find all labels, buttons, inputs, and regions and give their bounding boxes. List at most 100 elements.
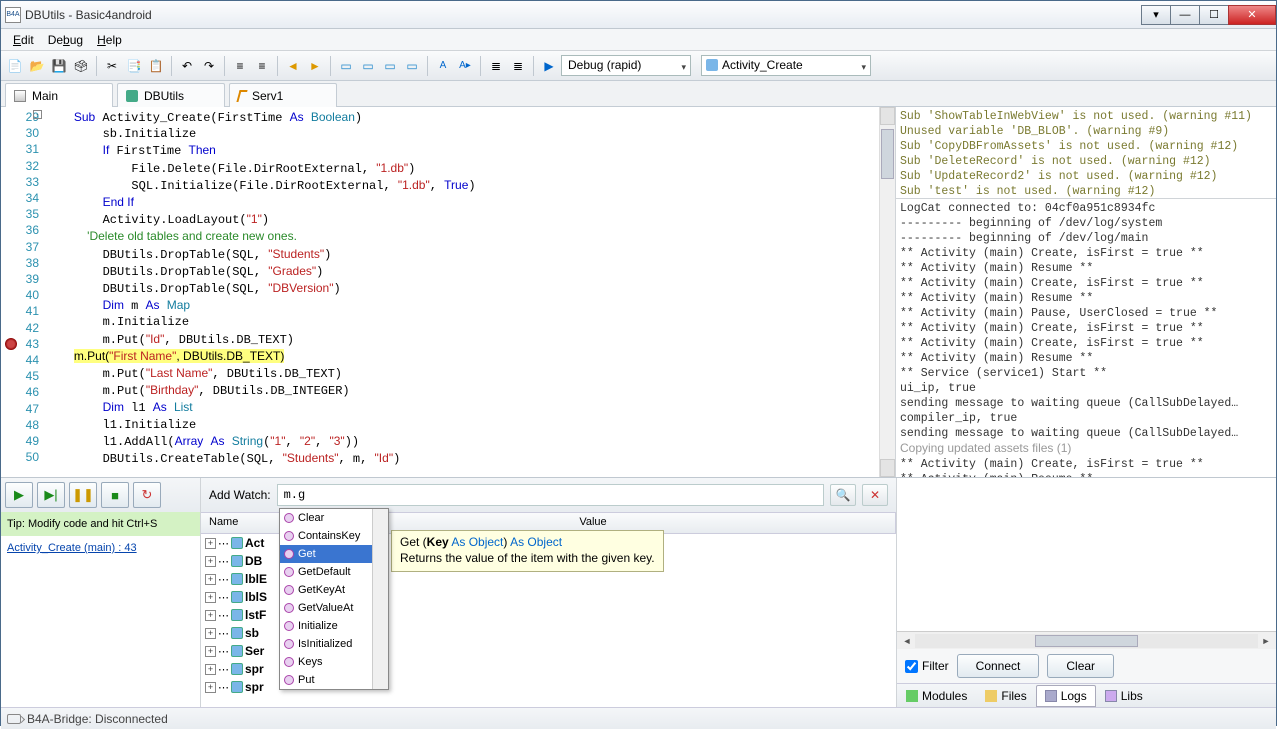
debug-tip: Tip: Modify code and hit Ctrl+S (1, 512, 200, 536)
tab-dbutils[interactable]: DBUtils (117, 83, 225, 108)
method-icon (284, 531, 294, 541)
comment-icon[interactable]: ▭ (336, 56, 356, 76)
nav-back-icon[interactable]: ◄ (283, 56, 303, 76)
close-button[interactable]: ✕ (1228, 5, 1276, 25)
log-output[interactable]: LogCat connected to: 04cf0a951c8934fc---… (896, 199, 1276, 477)
block-comment-icon[interactable]: ▭ (380, 56, 400, 76)
clear-button[interactable]: Clear (1047, 654, 1114, 678)
debug-play-button[interactable]: ▶ (5, 482, 33, 508)
cut-icon[interactable]: ✂ (102, 56, 122, 76)
main-toolbar: 📄 📂 💾 🗳 ✂ 📑 📋 ↶ ↷ ≡ ≡ ◄ ► ▭ ▭ ▭ ▭ A A▸ ≣… (1, 51, 1276, 81)
debug-pause-button[interactable]: ❚❚ (69, 482, 97, 508)
log-hscrollbar[interactable]: ◄► (897, 631, 1276, 649)
module-icon (126, 90, 138, 102)
sub-icon (706, 59, 718, 71)
run-icon[interactable]: ▶ (539, 56, 559, 76)
service-icon (236, 90, 247, 102)
debug-stop-button[interactable]: ■ (101, 482, 129, 508)
paste-icon[interactable]: 📋 (146, 56, 166, 76)
method-icon (284, 513, 294, 523)
debug-left-panel: ▶ ▶| ❚❚ ■ ↻ Tip: Modify code and hit Ctr… (1, 478, 201, 707)
save-icon[interactable]: 💾 (49, 56, 69, 76)
copy-icon[interactable]: 📑 (124, 56, 144, 76)
watch-input[interactable] (277, 484, 824, 506)
sub-selector-combo[interactable]: Activity_Create (701, 55, 871, 76)
maximize-button[interactable]: ☐ (1199, 5, 1229, 25)
indent-icon[interactable]: ≡ (252, 56, 272, 76)
debug-restart-button[interactable]: ↻ (133, 482, 161, 508)
sub-selector-label: Activity_Create (722, 58, 803, 72)
format2-icon[interactable]: ≣ (508, 56, 528, 76)
format-icon[interactable]: ≣ (486, 56, 506, 76)
tab-modules[interactable]: Modules (897, 685, 976, 707)
filter-label: Filter (922, 659, 949, 673)
editor-tab-bar: Main DBUtils Serv1 (1, 81, 1276, 107)
autocomplete-tooltip: Get (Key As Object) As Object Returns th… (391, 530, 664, 572)
filter-checkbox[interactable]: Filter (905, 659, 949, 673)
method-icon (284, 567, 294, 577)
app-icon: B4A (5, 7, 21, 23)
method-icon (284, 549, 294, 559)
logs-icon (1045, 690, 1057, 702)
breakpoint-icon[interactable] (5, 338, 17, 350)
export-icon[interactable]: 🗳 (71, 56, 91, 76)
status-text: B4A-Bridge: Disconnected (27, 712, 168, 726)
menu-help[interactable]: Help (97, 33, 122, 47)
fold-toggle[interactable]: - (33, 110, 42, 119)
connect-button[interactable]: Connect (957, 654, 1040, 678)
modules-icon (906, 690, 918, 702)
code-editor[interactable]: - 29303132333435363738394041424344454647… (1, 107, 896, 477)
tab-label: Serv1 (252, 89, 283, 103)
editor-scrollbar[interactable] (879, 107, 895, 477)
title-bar: B4A DBUtils - Basic4android ▾ — ☐ ✕ (1, 1, 1276, 29)
stack-link[interactable]: Activity_Create (main) : 43 (1, 536, 200, 560)
tab-label: DBUtils (144, 89, 184, 103)
dropdown-button[interactable]: ▾ (1141, 5, 1171, 25)
uncomment-icon[interactable]: ▭ (358, 56, 378, 76)
menu-edit[interactable]: Edit (13, 33, 34, 47)
method-icon (284, 657, 294, 667)
debug-toolbar: ▶ ▶| ❚❚ ■ ↻ (1, 478, 200, 512)
outdent-icon[interactable]: ≡ (230, 56, 250, 76)
log-footer-panel: ◄► Filter Connect Clear Modules Files Lo… (896, 478, 1276, 707)
minimize-button[interactable]: — (1170, 5, 1200, 25)
right-panel: Sub 'ShowTableInWebView' is not used. (w… (896, 107, 1276, 477)
open-icon[interactable]: 📂 (27, 56, 47, 76)
tab-label: Main (32, 89, 58, 103)
autocomplete-popup: ClearContainsKeyGetGetDefaultGetKeyAtGet… (279, 508, 389, 690)
files-icon (985, 690, 997, 702)
tab-main[interactable]: Main (5, 83, 113, 108)
redo-icon[interactable]: ↷ (199, 56, 219, 76)
undo-icon[interactable]: ↶ (177, 56, 197, 76)
watch-delete-button[interactable]: ✕ (862, 484, 888, 506)
menu-debug[interactable]: Debug (48, 33, 83, 47)
col-name[interactable]: Name (201, 513, 291, 533)
warnings-list[interactable]: Sub 'ShowTableInWebView' is not used. (w… (896, 107, 1276, 199)
watch-search-button[interactable]: 🔍 (830, 484, 856, 506)
debug-mode-combo[interactable]: Debug (rapid) (561, 55, 691, 76)
debug-step-button[interactable]: ▶| (37, 482, 65, 508)
method-icon (284, 639, 294, 649)
tab-files[interactable]: Files (976, 685, 1035, 707)
menu-bar: Edit Debug Help (1, 29, 1276, 51)
new-icon[interactable]: 📄 (5, 56, 25, 76)
code-body[interactable]: Sub Activity_Create(FirstTime As Boolean… (45, 107, 879, 477)
method-icon (284, 621, 294, 631)
method-icon (284, 675, 294, 685)
autocomplete-icon[interactable]: A (433, 56, 453, 76)
watch-panel: Add Watch: 🔍 ✕ Name Value +⋯ Act+⋯ DB+⋯ … (201, 478, 896, 707)
bottom-tab-bar: Modules Files Logs Libs (897, 683, 1276, 707)
tooltip-desc: Returns the value of the item with the g… (400, 551, 655, 565)
add-watch-label: Add Watch: (209, 488, 271, 502)
tab-logs[interactable]: Logs (1036, 685, 1096, 707)
libs-icon (1105, 690, 1117, 702)
nav-fwd-icon[interactable]: ► (305, 56, 325, 76)
form-icon (14, 90, 26, 102)
find-icon[interactable]: A▸ (455, 56, 475, 76)
autocomplete-scrollbar[interactable] (372, 509, 388, 689)
bookmark-icon[interactable]: ▭ (402, 56, 422, 76)
method-icon (284, 585, 294, 595)
tab-libs[interactable]: Libs (1096, 685, 1152, 707)
window-title: DBUtils - Basic4android (25, 8, 1142, 22)
tab-serv1[interactable]: Serv1 (229, 83, 337, 108)
